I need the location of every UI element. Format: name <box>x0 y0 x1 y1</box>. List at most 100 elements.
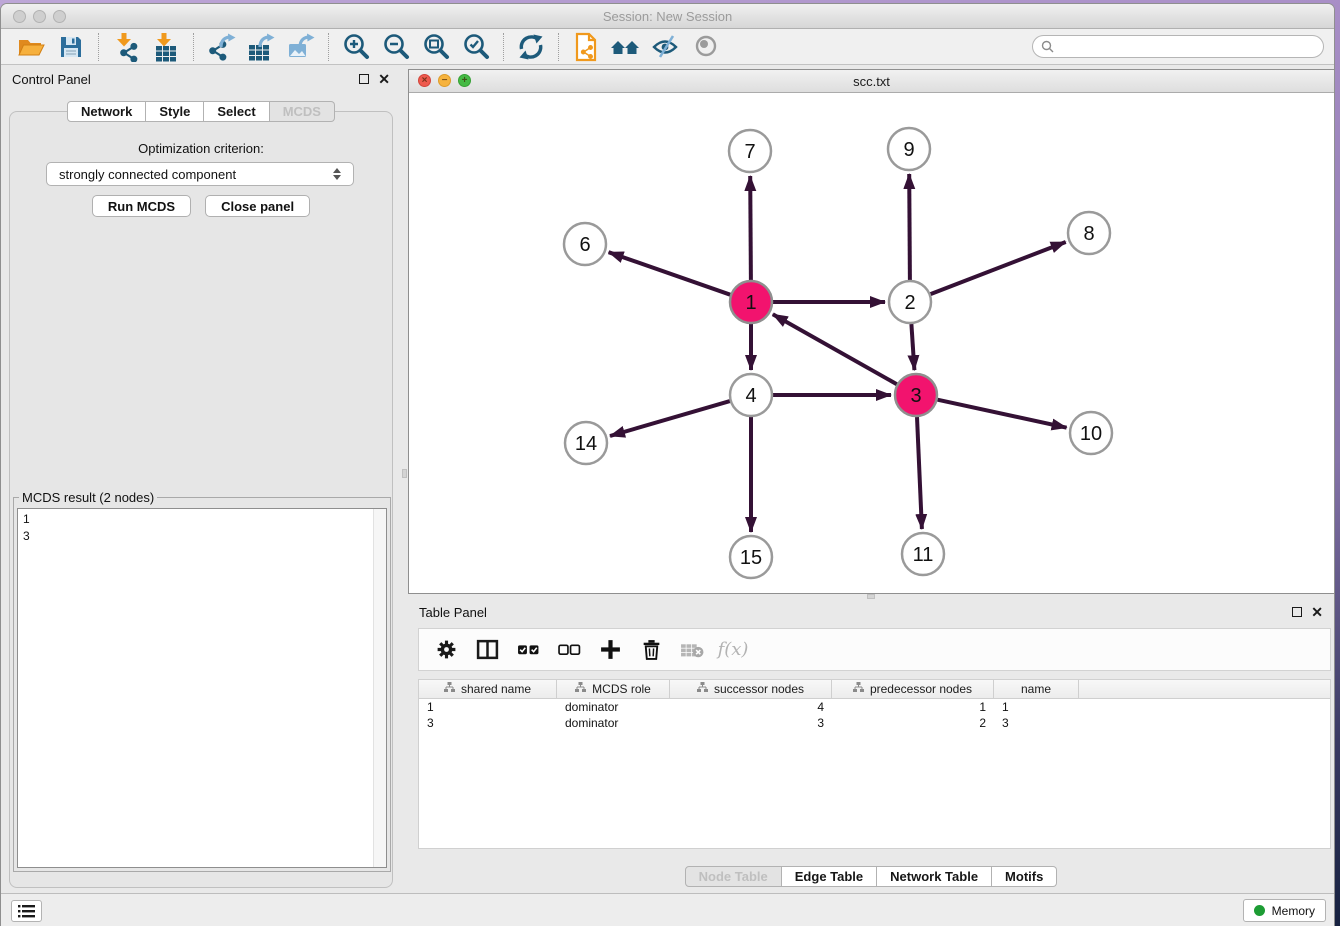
status-bar: Memory <box>1 893 1334 926</box>
node-label: 11 <box>913 544 934 566</box>
network-maximize-icon[interactable]: + <box>458 74 471 87</box>
network-close-icon[interactable]: × <box>418 74 431 87</box>
gear-icon[interactable] <box>433 637 459 663</box>
close-panel-icon[interactable]: ✕ <box>1311 607 1323 617</box>
delete-row-icon[interactable] <box>638 637 664 663</box>
graph-node-3[interactable]: 3 <box>895 374 937 416</box>
close-panel-button[interactable]: Close panel <box>205 195 310 217</box>
table-cell[interactable]: 1 <box>994 700 1079 714</box>
table-cell[interactable]: 1 <box>832 700 994 714</box>
tab-network[interactable]: Network <box>67 101 146 122</box>
network-title: scc.txt <box>853 74 890 89</box>
new-network-from-selection-icon[interactable] <box>566 31 606 63</box>
tab-edge-table[interactable]: Edge Table <box>782 866 877 887</box>
graph-node-6[interactable]: 6 <box>564 223 606 265</box>
hide-selected-icon[interactable] <box>646 31 686 63</box>
column-header-name[interactable]: name <box>994 680 1079 698</box>
task-history-button[interactable] <box>11 900 42 922</box>
refresh-network-icon[interactable] <box>511 31 551 63</box>
main-toolbar <box>1 29 1334 65</box>
network-canvas[interactable]: 7 9 6 8 1 2 4 3 14 10 15 11 <box>409 93 1334 593</box>
graph-edge-1-6[interactable] <box>609 252 731 295</box>
import-network-icon[interactable] <box>106 31 146 63</box>
table-cell[interactable]: dominator <box>557 700 670 714</box>
graph-node-9[interactable]: 9 <box>888 128 930 170</box>
graph-edge-2-9[interactable] <box>909 174 910 280</box>
column-header-predecessor-nodes[interactable]: predecessor nodes <box>832 680 994 698</box>
table-cell[interactable]: dominator <box>557 716 670 730</box>
select-all-icon[interactable] <box>515 637 541 663</box>
graph-node-15[interactable]: 15 <box>730 536 772 578</box>
export-image-icon[interactable] <box>281 31 321 63</box>
graph-edge-2-8[interactable] <box>931 242 1066 294</box>
zoom-selected-icon[interactable] <box>456 31 496 63</box>
tab-node-table[interactable]: Node Table <box>685 866 782 887</box>
graph-node-4[interactable]: 4 <box>730 374 772 416</box>
graph-node-14[interactable]: 14 <box>565 422 607 464</box>
table-cell[interactable]: 3 <box>994 716 1079 730</box>
table-cell[interactable]: 1 <box>419 700 557 714</box>
table-cell[interactable]: 4 <box>670 700 832 714</box>
open-session-icon[interactable] <box>11 31 51 63</box>
graph-node-2[interactable]: 2 <box>889 281 931 323</box>
close-window-icon[interactable] <box>13 10 26 23</box>
export-table-icon[interactable] <box>241 31 281 63</box>
close-panel-icon[interactable]: ✕ <box>378 74 390 84</box>
search-input[interactable] <box>1059 40 1315 54</box>
table-row[interactable]: 1dominator411 <box>419 699 1330 715</box>
table-row[interactable]: 3dominator323 <box>419 715 1330 731</box>
mcds-result-list[interactable]: 1 3 <box>17 508 387 868</box>
optimization-criterion-select[interactable]: strongly connected component <box>46 162 354 186</box>
table-cell[interactable]: 3 <box>670 716 832 730</box>
tab-style[interactable]: Style <box>146 101 204 122</box>
export-network-icon[interactable] <box>201 31 241 63</box>
table-cell[interactable]: 3 <box>419 716 557 730</box>
minimize-window-icon[interactable] <box>33 10 46 23</box>
table-cell[interactable]: 2 <box>832 716 994 730</box>
network-graph[interactable]: 7 9 6 8 1 2 4 3 14 10 15 11 <box>409 93 1334 593</box>
graph-edge-3-10[interactable] <box>938 400 1067 428</box>
network-minimize-icon[interactable]: − <box>438 74 451 87</box>
first-neighbors-icon[interactable] <box>606 31 646 63</box>
graph-node-8[interactable]: 8 <box>1068 212 1110 254</box>
graph-edge-4-14[interactable] <box>610 401 730 436</box>
node-label: 15 <box>740 547 762 569</box>
add-row-icon[interactable] <box>597 637 623 663</box>
tab-network-table[interactable]: Network Table <box>877 866 992 887</box>
tab-motifs[interactable]: Motifs <box>992 866 1057 887</box>
float-panel-icon[interactable] <box>1292 607 1302 617</box>
graph-node-7[interactable]: 7 <box>729 130 771 172</box>
graph-node-11[interactable]: 11 <box>902 533 944 575</box>
vertical-splitter[interactable] <box>401 66 408 893</box>
float-panel-icon[interactable] <box>359 74 369 84</box>
zoom-fit-icon[interactable] <box>416 31 456 63</box>
network-frame-titlebar[interactable]: × − + scc.txt <box>409 70 1334 93</box>
search-box[interactable] <box>1032 35 1324 58</box>
tree-icon <box>697 682 708 696</box>
show-all-icon[interactable] <box>686 31 726 63</box>
graph-edge-3-11[interactable] <box>917 417 922 529</box>
node-label: 10 <box>1080 423 1102 445</box>
run-mcds-button[interactable]: Run MCDS <box>92 195 191 217</box>
graph-edge-1-7[interactable] <box>750 176 751 280</box>
zoom-in-icon[interactable] <box>336 31 376 63</box>
column-header-shared-name[interactable]: shared name <box>419 680 557 698</box>
column-header-successor-nodes[interactable]: successor nodes <box>670 680 832 698</box>
tree-icon <box>575 682 586 696</box>
tab-select[interactable]: Select <box>204 101 269 122</box>
graph-edge-3-1[interactable] <box>773 314 897 384</box>
maximize-window-icon[interactable] <box>53 10 66 23</box>
graph-node-1[interactable]: 1 <box>730 281 772 323</box>
column-header-MCDS-role[interactable]: MCDS role <box>557 680 670 698</box>
graph-node-10[interactable]: 10 <box>1070 412 1112 454</box>
deselect-all-icon[interactable] <box>556 637 582 663</box>
result-scrollbar[interactable] <box>373 509 386 867</box>
columns-icon[interactable] <box>474 637 500 663</box>
graph-edge-2-3[interactable] <box>911 324 914 370</box>
tab-mcds[interactable]: MCDS <box>270 101 335 122</box>
splitter-grip-icon[interactable] <box>402 469 407 478</box>
memory-button[interactable]: Memory <box>1243 899 1326 922</box>
zoom-out-icon[interactable] <box>376 31 416 63</box>
import-table-icon[interactable] <box>146 31 186 63</box>
save-session-icon[interactable] <box>51 31 91 63</box>
